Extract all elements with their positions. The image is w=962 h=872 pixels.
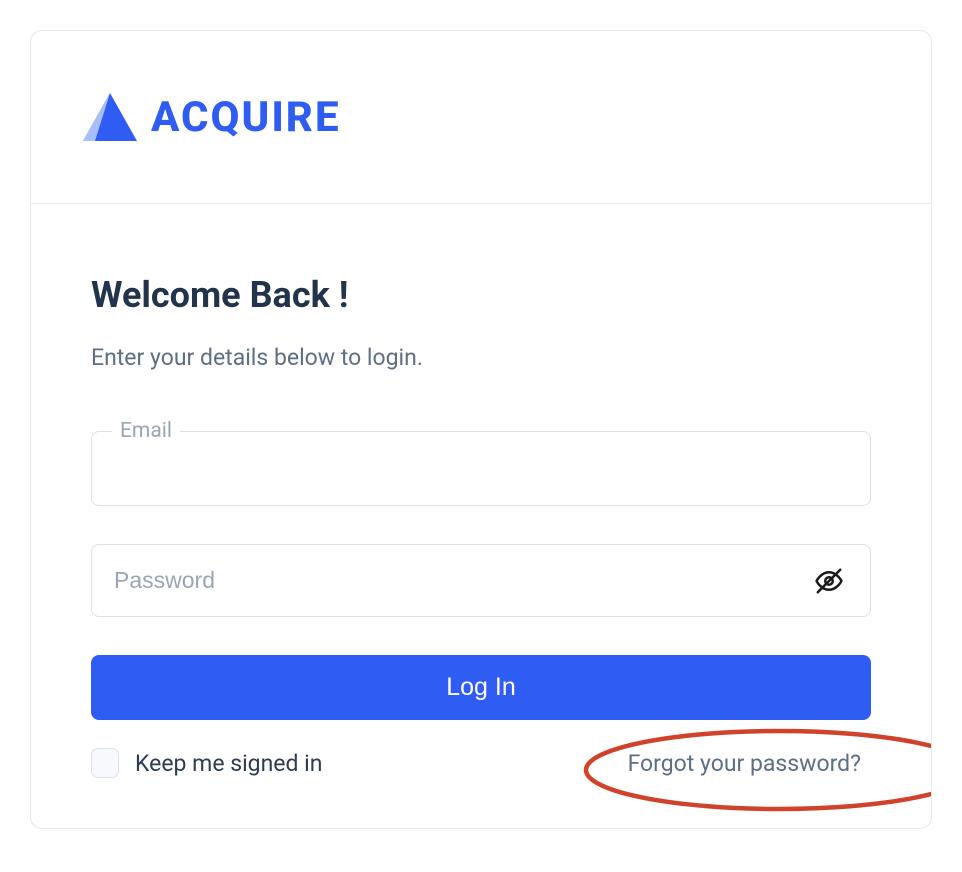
login-form: Welcome Back ! Enter your details below … [31,204,931,828]
form-footer: Keep me signed in Forgot your password? [91,748,871,778]
remember-group: Keep me signed in [91,748,322,778]
acquire-logo-icon [81,91,139,143]
email-label: Email [112,421,180,442]
email-fieldset: Email [91,421,871,506]
eye-off-icon [814,566,844,596]
page-subtitle: Enter your details below to login. [91,344,871,371]
card-header: ACQUIRE [31,31,931,204]
password-field-group [91,544,871,617]
brand-name: ACQUIRE [151,93,341,142]
page-title: Welcome Back ! [91,274,871,316]
forgot-password-wrap: Forgot your password? [618,750,871,777]
forgot-password-link[interactable]: Forgot your password? [618,744,871,783]
toggle-password-visibility-button[interactable] [806,558,852,604]
keep-signed-in-label: Keep me signed in [135,750,322,777]
login-card: ACQUIRE Welcome Back ! Enter your detail… [30,30,932,829]
keep-signed-in-checkbox[interactable] [91,748,119,778]
email-field-group: Email [91,421,871,506]
brand-logo: ACQUIRE [81,91,881,143]
login-button[interactable]: Log In [91,655,871,720]
password-input[interactable] [92,545,806,616]
email-input[interactable] [92,442,870,505]
